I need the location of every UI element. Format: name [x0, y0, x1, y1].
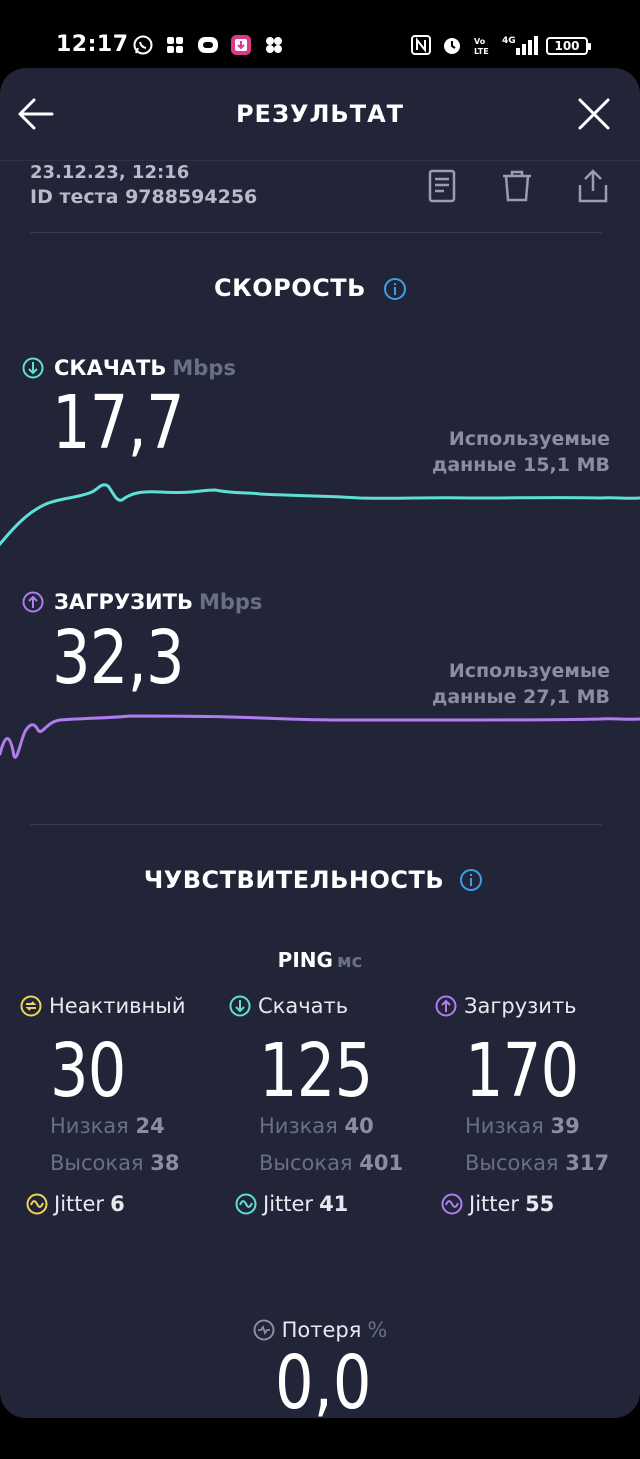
jitter-icon [235, 1193, 257, 1215]
notes-icon[interactable] [425, 168, 459, 204]
ping-idle-value: 30 [50, 1028, 126, 1114]
ping-download-label: Скачать [229, 994, 439, 1018]
page-title: РЕЗУЛЬТАТ [235, 100, 405, 128]
divider [30, 824, 602, 825]
battery-indicator: 100 [546, 37, 591, 55]
upload-label: ЗАГРУЗИТЬ Mbps [22, 590, 262, 614]
upload-arrow-icon [22, 591, 44, 613]
ping-upload-high: Высокая 317 [465, 1151, 610, 1175]
ping-idle-column: Неактивный 30 Низкая 24 Высокая 38 Jitte… [20, 994, 230, 1224]
upload-used-data: Используемые данные 27,1 MB [432, 660, 610, 708]
status-bar: 12:17 Vo LTE 4G 100 [0, 0, 640, 70]
test-id: ID теста 9788594256 [30, 186, 258, 208]
jitter-icon [26, 1193, 48, 1215]
signal-4g-icon: 4G [502, 36, 538, 55]
packet-loss-label: Потеря % [0, 1318, 640, 1342]
dots-icon [266, 37, 282, 53]
svg-text:Vo: Vo [474, 37, 486, 46]
info-icon[interactable] [459, 868, 483, 892]
svg-text:LTE: LTE [474, 47, 489, 56]
close-icon[interactable] [574, 94, 614, 134]
status-time: 12:17 [56, 32, 129, 57]
packet-loss-value: 0,0 [275, 1340, 372, 1418]
share-icon[interactable] [576, 168, 610, 204]
app-icon [198, 37, 218, 53]
idle-icon [20, 995, 42, 1017]
test-date: 23.12.23, 12:16 [30, 162, 190, 183]
divider [30, 232, 602, 233]
ping-download-column: Скачать 125 Низкая 40 Высокая 401 Jitter… [229, 994, 439, 1224]
nfc-icon [411, 35, 431, 55]
upload-speed-value: 32,3 [52, 615, 185, 701]
download-graph [0, 483, 640, 546]
ping-download-jitter: Jitter 41 [235, 1192, 348, 1216]
alarm-icon [444, 38, 460, 54]
ping-upload-jitter: Jitter 55 [441, 1192, 554, 1216]
ping-idle-label: Неактивный [20, 994, 230, 1018]
ping-idle-jitter: Jitter 6 [26, 1192, 125, 1216]
ping-download-low: Низкая 40 [259, 1114, 374, 1138]
download-manager-icon [231, 35, 251, 55]
svg-text:4G: 4G [502, 36, 516, 46]
ping-idle-high: Высокая 38 [50, 1151, 180, 1175]
apps-icon [167, 37, 183, 53]
trash-icon[interactable] [500, 168, 534, 204]
ping-upload-label: Загрузить [435, 994, 640, 1018]
ping-download-value: 125 [259, 1028, 373, 1114]
download-label: СКАЧАТЬ Mbps [22, 356, 236, 380]
download-arrow-icon [229, 995, 251, 1017]
packet-loss-icon [253, 1319, 275, 1341]
jitter-icon [441, 1193, 463, 1215]
upload-arrow-icon [435, 995, 457, 1017]
header-divider [0, 160, 640, 161]
ping-upload-column: Загрузить 170 Низкая 39 Высокая 317 Jitt… [435, 994, 640, 1224]
ping-upload-value: 170 [465, 1028, 579, 1114]
ping-upload-low: Низкая 39 [465, 1114, 580, 1138]
speed-title: СКОРОСТЬ [214, 274, 366, 302]
volte-icon: Vo LTE [474, 37, 489, 56]
download-speed-value: 17,7 [52, 380, 185, 466]
whatsapp-icon [133, 35, 153, 55]
info-icon[interactable] [383, 277, 407, 301]
download-arrow-icon [22, 357, 44, 379]
ping-idle-low: Низкая 24 [50, 1114, 165, 1138]
navigation-bar [0, 1418, 640, 1459]
result-panel: РЕЗУЛЬТАТ 23.12.23, 12:16 ID теста 97885… [0, 68, 640, 1418]
ping-title: PING мс [277, 948, 363, 972]
ping-download-high: Высокая 401 [259, 1151, 404, 1175]
upload-graph [0, 714, 640, 759]
sensitivity-title: ЧУВСТВИТЕЛЬНОСТЬ [143, 866, 445, 894]
